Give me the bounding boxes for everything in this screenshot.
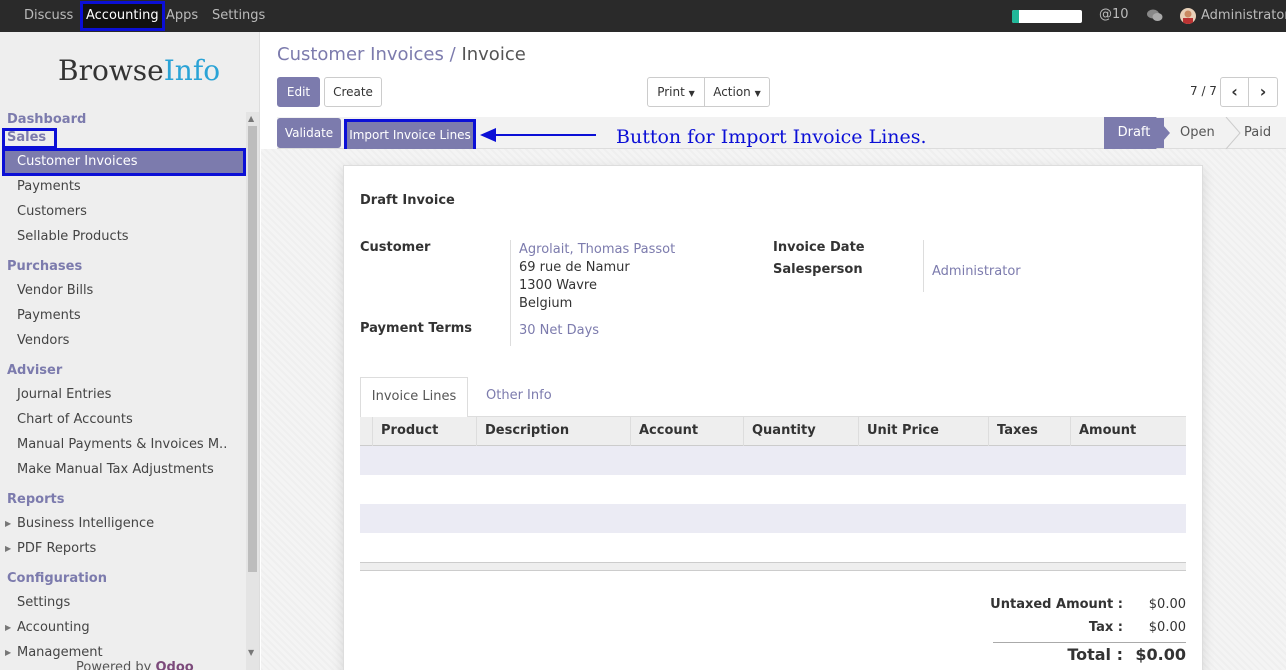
invoice-date-label: Invoice Date [773, 240, 865, 255]
powered-by-footer: Powered by Odoo [76, 660, 194, 670]
column-description[interactable]: Description [476, 417, 626, 446]
scrollbar-thumb[interactable] [248, 126, 257, 572]
column-account[interactable]: Account [630, 417, 745, 446]
sidebar-section-configuration[interactable]: Configuration [7, 571, 107, 586]
sidebar-item-manual-payments[interactable]: Manual Payments & Invoices M.. [17, 437, 227, 452]
sidebar-item-accounting[interactable]: Accounting [17, 620, 90, 635]
payment-terms-link[interactable]: 30 Net Days [519, 323, 599, 338]
sidebar-item-journal-entries[interactable]: Journal Entries [17, 387, 111, 402]
sidebar-item-customer-invoices[interactable]: Customer Invoices [2, 148, 246, 176]
address-line-3: Belgium [519, 296, 573, 311]
edit-button[interactable]: Edit [277, 77, 320, 107]
invoice-lines-footer [360, 562, 1186, 571]
annotation-text: Button for Import Invoice Lines. [616, 126, 927, 148]
menu-discuss[interactable]: Discuss [24, 0, 73, 32]
caret-right-icon: ▶ [5, 648, 12, 657]
sidebar-scrollbar[interactable]: ▲ ▼ [246, 112, 259, 670]
validate-button[interactable]: Validate [277, 118, 341, 148]
menu-settings[interactable]: Settings [212, 0, 265, 32]
customer-label: Customer [360, 240, 431, 255]
tax-label: Tax : [1088, 620, 1123, 635]
stage-paid[interactable]: Paid [1244, 118, 1271, 148]
column-unit-price[interactable]: Unit Price [858, 417, 990, 446]
sidebar-section-sales[interactable]: Sales [7, 130, 46, 145]
breadcrumb: Customer Invoices / Invoice [277, 44, 526, 65]
address-line-1: 69 rue de Namur [519, 260, 630, 275]
table-row[interactable] [360, 446, 1186, 475]
sidebar-item-chart-of-accounts[interactable]: Chart of Accounts [17, 412, 133, 427]
customer-link[interactable]: Agrolait, Thomas Passot [519, 242, 675, 257]
sidebar: BrowseInfo Dashboard Sales Customer Invo… [0, 32, 260, 670]
sidebar-item-business-intelligence[interactable]: Business Intelligence [17, 516, 154, 531]
caret-right-icon: ▶ [5, 623, 12, 632]
column-amount[interactable]: Amount [1070, 417, 1186, 446]
tab-invoice-lines[interactable]: Invoice Lines [360, 377, 468, 417]
field-divider [510, 240, 511, 346]
sidebar-section-purchases[interactable]: Purchases [7, 259, 82, 274]
column-quantity[interactable]: Quantity [743, 417, 861, 446]
sidebar-item-settings[interactable]: Settings [17, 595, 70, 610]
stage-draft: Draft [1104, 118, 1164, 148]
caret-down-icon: ▼ [754, 89, 761, 98]
total-value: $0.00 [1135, 645, 1186, 664]
breadcrumb-current: Invoice [461, 44, 526, 65]
caret-right-icon: ▶ [5, 519, 12, 528]
tax-value: $0.00 [1148, 620, 1186, 635]
menu-apps[interactable]: Apps [166, 0, 198, 32]
invoice-title: Draft Invoice [360, 193, 455, 208]
sidebar-item-vendor-bills[interactable]: Vendor Bills [17, 283, 93, 298]
sidebar-item-manual-tax-adjustments[interactable]: Make Manual Tax Adjustments [17, 462, 214, 477]
sidebar-item-customers[interactable]: Customers [17, 204, 87, 219]
address-line-2: 1300 Wavre [519, 278, 597, 293]
sidebar-section-dashboard[interactable]: Dashboard [7, 112, 86, 127]
scroll-up-icon[interactable]: ▲ [248, 114, 254, 123]
salesperson-link[interactable]: Administrator [932, 264, 1021, 279]
table-row[interactable] [360, 504, 1186, 533]
sidebar-section-adviser[interactable]: Adviser [7, 363, 62, 378]
mentions-badge[interactable]: @10 [1099, 7, 1129, 22]
top-navbar: Discuss Accounting Apps Settings @10 Adm… [0, 0, 1286, 32]
table-row[interactable] [360, 533, 1186, 562]
user-menu[interactable]: Administrator [1201, 0, 1286, 32]
menu-accounting[interactable]: Accounting [80, 1, 165, 31]
stage-open[interactable]: Open [1180, 118, 1215, 148]
browseinfo-logo: BrowseInfo [58, 54, 221, 87]
pager-previous-button[interactable]: ‹ [1220, 77, 1249, 107]
total-label: Total : [1067, 645, 1123, 664]
tab-other-info[interactable]: Other Info [486, 377, 552, 415]
sidebar-item-vendor-payments[interactable]: Payments [17, 308, 81, 323]
untaxed-amount-label: Untaxed Amount : [990, 597, 1123, 612]
chat-icon[interactable] [1147, 9, 1163, 23]
user-avatar[interactable] [1180, 8, 1196, 24]
create-button[interactable]: Create [324, 77, 382, 107]
column-taxes[interactable]: Taxes [988, 417, 1074, 446]
annotation-arrow-icon [480, 128, 596, 142]
untaxed-amount-value: $0.00 [1148, 597, 1186, 612]
action-dropdown[interactable]: Action ▼ [704, 77, 770, 107]
sidebar-item-vendors[interactable]: Vendors [17, 333, 69, 348]
onboarding-progress-bar[interactable] [1012, 10, 1082, 23]
import-invoice-lines-button[interactable]: Import Invoice Lines [344, 119, 476, 152]
field-divider [923, 240, 924, 292]
scroll-down-icon[interactable]: ▼ [248, 648, 254, 657]
table-row[interactable] [360, 475, 1186, 504]
sidebar-item-sellable-products[interactable]: Sellable Products [17, 229, 129, 244]
pager-next-button[interactable]: › [1248, 77, 1278, 107]
breadcrumb-customer-invoices[interactable]: Customer Invoices [277, 44, 444, 65]
sidebar-item-pdf-reports[interactable]: PDF Reports [17, 541, 96, 556]
payment-terms-label: Payment Terms [360, 321, 473, 336]
column-product[interactable]: Product [372, 417, 484, 446]
pager-value[interactable]: 7 / 7 [1190, 84, 1217, 98]
total-divider [993, 642, 1186, 643]
sidebar-section-reports[interactable]: Reports [7, 492, 64, 507]
caret-right-icon: ▶ [5, 544, 12, 553]
sidebar-item-management[interactable]: Management [17, 645, 103, 660]
caret-down-icon: ▼ [688, 89, 695, 98]
invoice-lines-header: Product Description Account Quantity Uni… [360, 417, 1186, 446]
salesperson-label: Salesperson [773, 262, 863, 277]
sidebar-item-payments[interactable]: Payments [17, 179, 81, 194]
print-dropdown[interactable]: Print ▼ [647, 77, 705, 107]
